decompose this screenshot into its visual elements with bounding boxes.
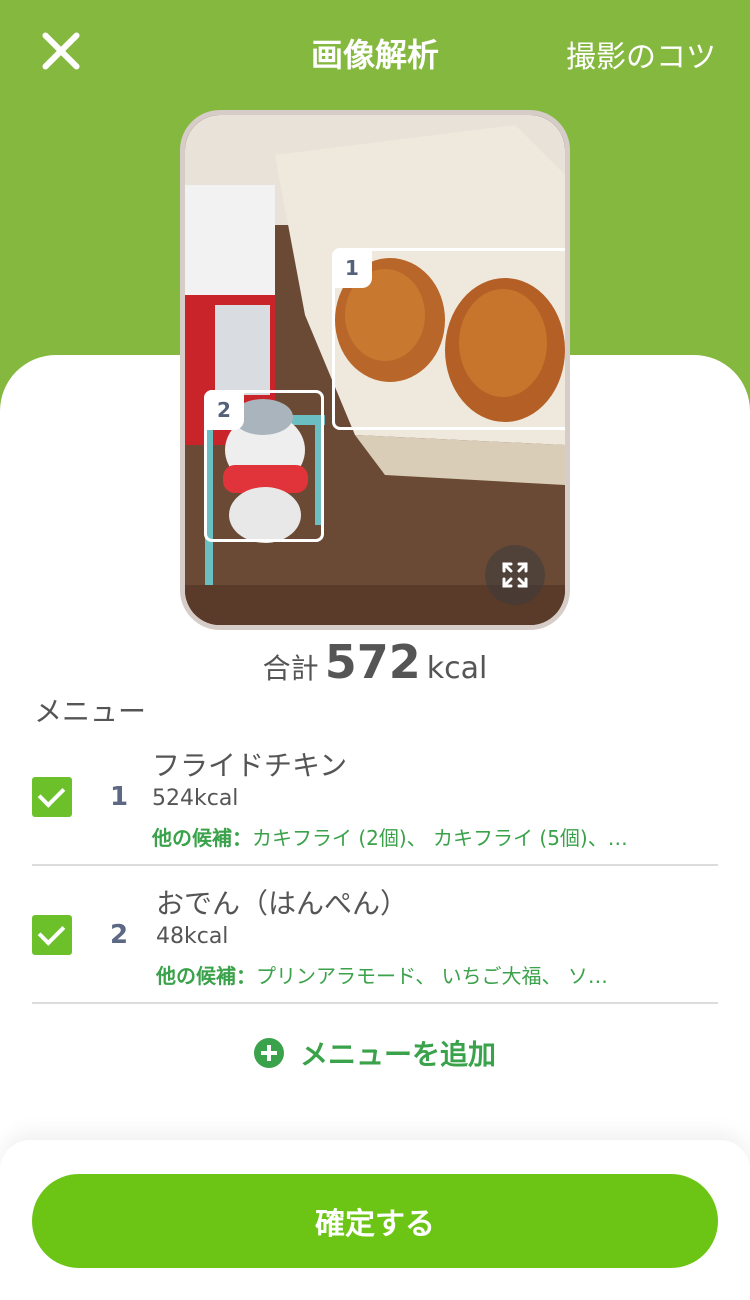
check-icon[interactable] — [32, 915, 72, 955]
detection-box-2[interactable]: 2 — [204, 390, 324, 542]
menu-list-item: 1 フライドチキン 524kcal 他の候補：カキフライ (2個)、 カキフライ… — [32, 728, 718, 866]
add-menu-label: メニューを追加 — [299, 1038, 496, 1071]
menu-section-title: メニュー — [34, 695, 147, 728]
menu-list-item: 2 おでん（はんぺん） 48kcal 他の候補：プリンアラモード、 いちご大福、… — [32, 866, 718, 1004]
alternative-label: 他の候補： — [156, 964, 256, 988]
item-kcal: 524kcal — [152, 786, 239, 811]
food-photo: 1 2 — [180, 110, 570, 630]
alternative-values: プリンアラモード、 いちご大福、 ソ… — [256, 964, 608, 988]
detection-tag: 2 — [204, 390, 244, 430]
item-number: 2 — [109, 920, 129, 950]
navigation-bar: 画像解析 撮影のコツ — [0, 0, 750, 105]
item-name[interactable]: おでん（はんぺん） — [156, 882, 408, 922]
total-label: 合計 — [262, 652, 319, 685]
alternative-label: 他の候補： — [152, 826, 252, 850]
item-name[interactable]: フライドチキン — [152, 744, 347, 784]
plus-circle-icon — [253, 1038, 284, 1068]
alternative-candidates[interactable]: 他の候補：プリンアラモード、 いちご大福、 ソ… — [156, 960, 608, 989]
footer-bar: 確定する — [0, 1140, 750, 1300]
item-kcal: 48kcal — [156, 924, 229, 949]
total-unit: kcal — [426, 651, 488, 686]
item-number: 1 — [109, 782, 129, 812]
alternative-values: カキフライ (2個)、 カキフライ (5個)、… — [252, 826, 628, 850]
confirm-button[interactable]: 確定する — [32, 1174, 718, 1268]
total-calories: 合計 572 kcal — [0, 635, 750, 689]
check-icon[interactable] — [32, 777, 72, 817]
alternative-candidates[interactable]: 他の候補：カキフライ (2個)、 カキフライ (5個)、… — [152, 822, 628, 851]
photo-tips-link[interactable]: 撮影のコツ — [566, 32, 716, 76]
total-value: 572 — [324, 635, 421, 689]
detection-box-1[interactable]: 1 — [332, 248, 565, 430]
expand-icon[interactable] — [485, 545, 545, 605]
add-menu-button[interactable]: メニューを追加 — [0, 1033, 750, 1073]
detection-tag: 1 — [332, 248, 372, 288]
